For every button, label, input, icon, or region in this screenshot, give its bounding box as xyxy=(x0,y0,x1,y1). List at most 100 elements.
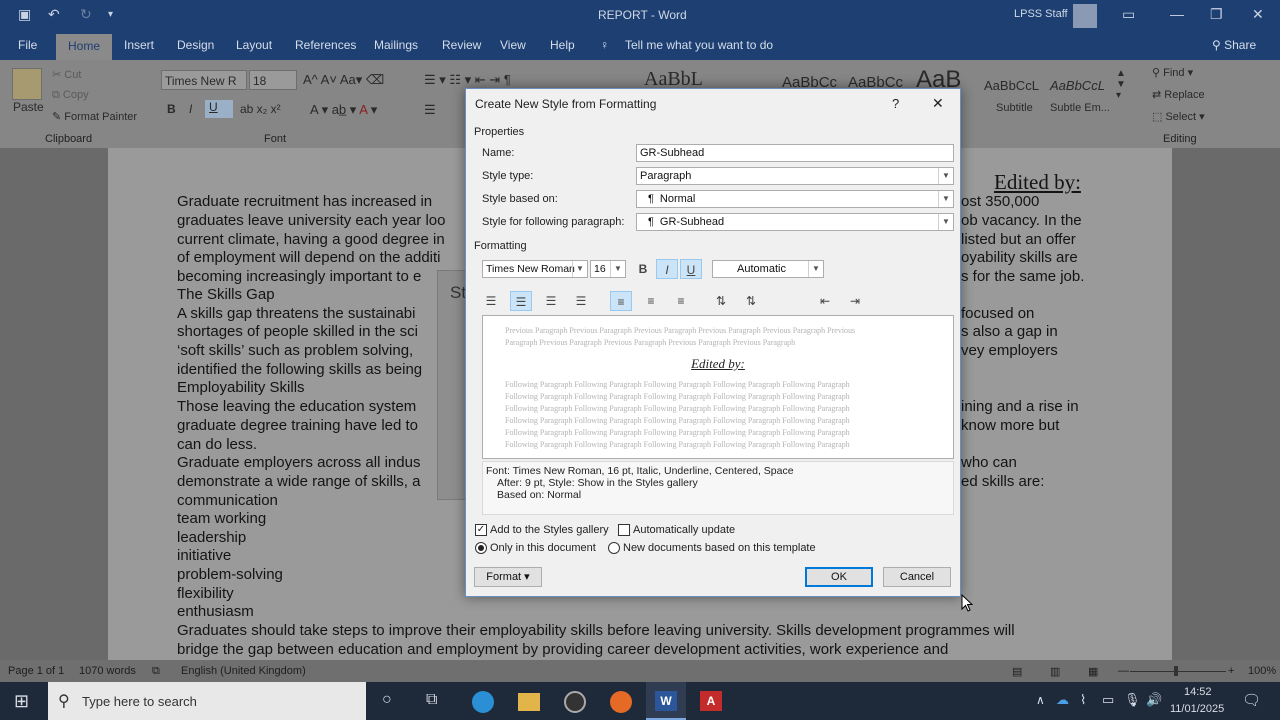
based-on-select[interactable]: ¶ Normal ▼ xyxy=(636,190,954,208)
increase-indent-icon[interactable]: ⇥ xyxy=(844,291,866,311)
tab-review[interactable]: Review xyxy=(442,38,481,52)
new-documents-label[interactable]: New documents based on this template xyxy=(623,542,816,554)
justify-icon[interactable]: ☰ xyxy=(570,291,592,311)
word-count[interactable]: 1070 words xyxy=(79,665,136,677)
new-documents-radio[interactable] xyxy=(608,542,620,554)
user-name[interactable]: LPSS Staff xyxy=(1014,8,1068,20)
zoom-slider-thumb[interactable] xyxy=(1174,666,1178,676)
web-layout-icon[interactable]: ▦ xyxy=(1088,665,1098,678)
help-icon[interactable]: ? xyxy=(892,96,899,111)
bullets-icon[interactable]: ☰ ▾ ☷ ▾ ⇤ ⇥ ¶ xyxy=(424,72,511,88)
print-layout-icon[interactable]: ▥ xyxy=(1050,665,1060,678)
align-center-icon[interactable]: ☰ xyxy=(510,291,532,311)
zoom-slider[interactable] xyxy=(1130,671,1226,672)
save-icon[interactable]: ▣ xyxy=(18,6,31,23)
maximize-icon[interactable]: ❐ xyxy=(1210,6,1223,23)
italic-button[interactable]: I xyxy=(189,102,192,116)
only-document-label[interactable]: Only in this document xyxy=(490,542,596,554)
tab-mailings[interactable]: Mailings xyxy=(374,38,418,52)
font-select[interactable]: Times New Roman ▼ xyxy=(482,260,588,278)
access-icon[interactable]: A xyxy=(700,691,722,711)
tab-design[interactable]: Design xyxy=(177,38,214,52)
cut-button[interactable]: ✂ Cut xyxy=(52,68,81,81)
taskbar-search[interactable]: ⚲ Type here to search xyxy=(48,682,366,720)
chrome-icon[interactable] xyxy=(564,691,586,713)
style-subtle-emphasis[interactable]: AaBbCcL xyxy=(1050,78,1105,93)
add-to-gallery-checkbox[interactable]: ✓ xyxy=(475,524,487,536)
tab-references[interactable]: References xyxy=(295,38,356,52)
windows-start-icon[interactable]: ⊞ xyxy=(14,691,29,712)
style-type-select[interactable]: Paragraph ▼ xyxy=(636,167,954,185)
strikethrough-button[interactable]: ab x₂ x² xyxy=(240,102,281,116)
auto-update-checkbox[interactable] xyxy=(618,524,630,536)
tab-help[interactable]: Help xyxy=(550,38,575,52)
page-count[interactable]: Page 1 of 1 xyxy=(8,665,64,677)
style-subtitle[interactable]: AaBbCcL xyxy=(984,78,1039,93)
microphone-icon[interactable]: 🎙 xyxy=(1124,692,1141,708)
underline-toggle[interactable]: U xyxy=(680,259,702,279)
notifications-icon[interactable]: 🗨 xyxy=(1242,691,1261,709)
clock-time[interactable]: 14:52 xyxy=(1184,686,1212,698)
tab-layout[interactable]: Layout xyxy=(236,38,272,52)
show-hidden-icons[interactable]: ∧ xyxy=(1036,693,1045,707)
share-button[interactable]: ⚲ Share xyxy=(1212,38,1256,52)
bold-button[interactable]: B xyxy=(167,102,176,116)
font-name-box[interactable]: Times New R xyxy=(161,70,247,90)
grow-font-icon[interactable]: A^ A˅ Aa▾ ⌫ xyxy=(303,72,384,88)
only-document-radio[interactable] xyxy=(475,542,487,554)
word-taskbar-button[interactable]: W xyxy=(646,682,686,720)
add-to-gallery-label[interactable]: Add to the Styles gallery xyxy=(490,524,609,536)
single-spacing-icon[interactable]: ≡ xyxy=(610,291,632,311)
font-size-box[interactable]: 18 xyxy=(249,70,297,90)
text-effects-icon[interactable]: A ▾ ab̲ ▾ A ▾ xyxy=(310,102,377,118)
proofing-icon[interactable]: ⧉ xyxy=(152,665,160,678)
close-window-icon[interactable]: ✕ xyxy=(1252,6,1264,23)
file-explorer-icon[interactable] xyxy=(518,693,540,711)
undo-icon[interactable]: ↶ xyxy=(48,6,60,23)
close-icon[interactable]: ✕ xyxy=(932,95,944,112)
onedrive-icon[interactable]: ☁ xyxy=(1056,692,1069,708)
clock-date[interactable]: 11/01/2025 xyxy=(1170,703,1224,715)
avatar[interactable] xyxy=(1073,4,1097,28)
volume-icon[interactable]: 🔊 xyxy=(1146,692,1162,708)
paste-icon[interactable] xyxy=(12,68,42,100)
tell-me-search[interactable]: Tell me what you want to do xyxy=(625,38,773,52)
auto-update-label[interactable]: Automatically update xyxy=(633,524,735,536)
customize-icon[interactable]: ▾ xyxy=(108,9,113,20)
edge-icon[interactable] xyxy=(472,691,494,713)
paste-button[interactable]: Paste xyxy=(13,100,44,114)
decrease-indent-icon[interactable]: ⇤ xyxy=(814,291,836,311)
redo-icon[interactable]: ↻ xyxy=(80,6,92,23)
language-indicator[interactable]: English (United Kingdom) xyxy=(181,665,306,677)
zoom-level[interactable]: 100% xyxy=(1248,665,1276,677)
read-mode-icon[interactable]: ▤ xyxy=(1012,665,1022,678)
color-select[interactable]: Automatic ▼ xyxy=(712,260,824,278)
copy-button[interactable]: ⧉ Copy xyxy=(52,89,89,102)
cortana-icon[interactable]: ○ xyxy=(382,691,392,709)
task-view-icon[interactable]: ⧉ xyxy=(426,691,437,709)
select-button[interactable]: ⬚ Select ▾ xyxy=(1152,110,1205,123)
styles-scroll-icon[interactable]: ▲ ▼ ▾ xyxy=(1116,68,1126,101)
zoom-in-icon[interactable]: + xyxy=(1228,665,1234,677)
replace-button[interactable]: ⇄ Replace xyxy=(1152,88,1205,101)
italic-toggle[interactable]: I xyxy=(656,259,678,279)
tab-view[interactable]: View xyxy=(500,38,526,52)
battery-icon[interactable]: ▭ xyxy=(1102,692,1114,708)
space-before-icon[interactable]: ⇅ xyxy=(710,291,732,311)
align-left-icon[interactable]: ☰ xyxy=(480,291,502,311)
one-half-spacing-icon[interactable]: ≡ xyxy=(640,291,662,311)
format-painter-button[interactable]: ✎ Format Painter xyxy=(52,110,137,123)
minimize-icon[interactable]: — xyxy=(1170,6,1184,22)
underline-button[interactable]: U xyxy=(205,100,233,118)
align-right-icon[interactable]: ☰ xyxy=(540,291,562,311)
name-field[interactable]: GR-Subhead xyxy=(636,144,954,162)
space-after-icon[interactable]: ⇅ xyxy=(740,291,762,311)
firefox-icon[interactable] xyxy=(610,691,632,713)
following-paragraph-select[interactable]: ¶ GR-Subhead ▼ xyxy=(636,213,954,231)
tab-file[interactable]: File xyxy=(18,38,37,52)
size-select[interactable]: 16 ▼ xyxy=(590,260,626,278)
format-button[interactable]: Format ▾ xyxy=(474,567,542,587)
double-spacing-icon[interactable]: ≡ xyxy=(670,291,692,311)
tab-home[interactable]: Home xyxy=(56,34,113,60)
cancel-button[interactable]: Cancel xyxy=(883,567,951,587)
